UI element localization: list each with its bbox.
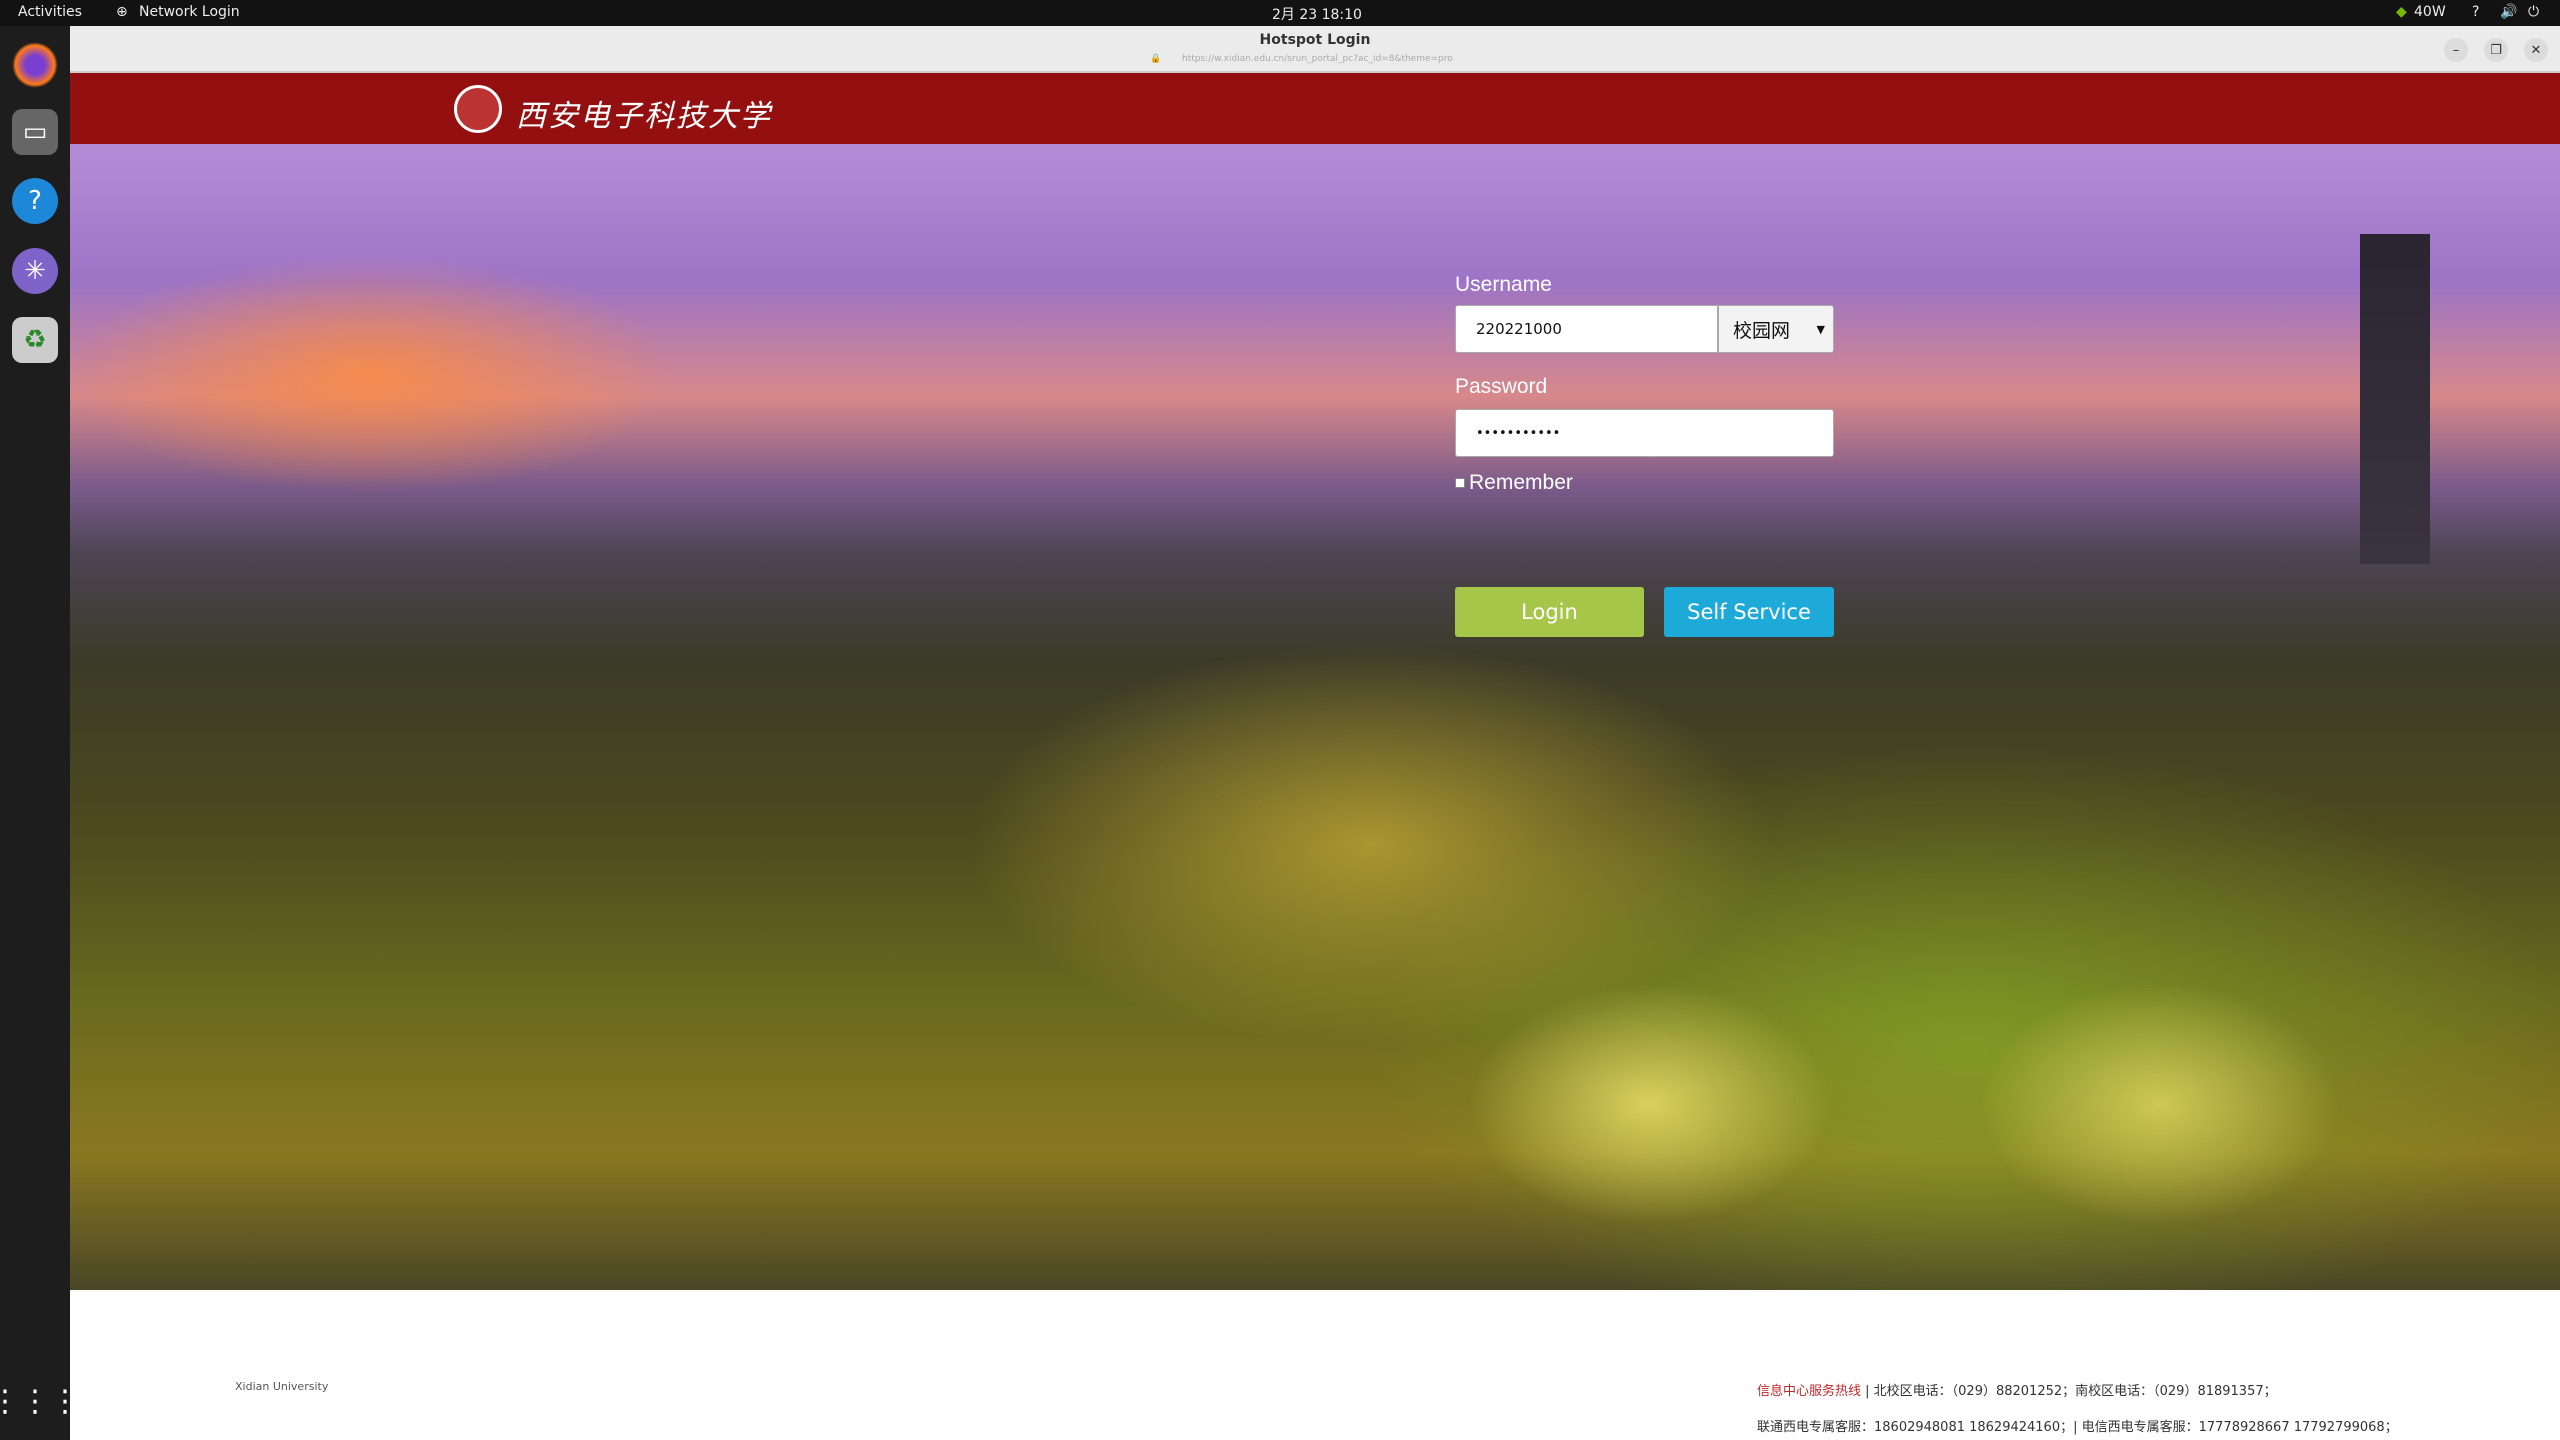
caret-down-icon: ▼ (1816, 322, 1825, 336)
gpu-power[interactable]: 40W (2414, 4, 2446, 20)
remember-label: Remember (1469, 471, 1573, 494)
university-logo-text: 西安电子科技大学 (516, 99, 772, 134)
window-title: Hotspot Login (1259, 32, 1371, 48)
tower (2360, 234, 2430, 564)
footer-line2: 联通西电专属客服：18602948081 18629424160；| 电信西电专… (1757, 1420, 2398, 1435)
network-icon: ⊕ (116, 4, 128, 20)
username-input[interactable]: 220221000 (1455, 305, 1718, 353)
password-label: Password (1455, 375, 1548, 398)
wifi-icon[interactable]: ? (2472, 4, 2479, 20)
domain-select[interactable]: 校园网 ▼ (1718, 305, 1834, 353)
footer-university: Xidian University (235, 1380, 329, 1393)
self-service-button[interactable]: Self Service (1664, 587, 1834, 637)
footer: Xidian University 信息中心服务热线 | 北校区电话：（029）… (70, 1290, 2560, 1440)
remember-checkbox[interactable] (1455, 478, 1465, 488)
clock[interactable]: 2月 23 18:10 (1272, 4, 1362, 24)
network-login-icon[interactable]: ✳ (12, 248, 58, 294)
hotline-numbers: | 北校区电话：（029）88201252；南校区电话：（029）8189135… (1861, 1384, 2277, 1399)
app-menu[interactable]: Network Login (139, 4, 240, 20)
trash-icon[interactable]: ♻ (12, 317, 58, 363)
login-page: 西安电子科技大学 Username 220221000 校园网 ▼ Passwor… (70, 73, 2560, 1440)
footer-line1: 信息中心服务热线 | 北校区电话：（029）88201252；南校区电话：（02… (1757, 1380, 2277, 1399)
close-button[interactable]: ✕ (2524, 38, 2548, 62)
dock: ▭ ? ✳ ♻ ⋮⋮⋮ (0, 26, 80, 1440)
university-seal-icon (454, 85, 502, 133)
activities-button[interactable]: Activities (18, 4, 82, 20)
help-icon[interactable]: ? (12, 178, 58, 224)
password-input[interactable]: ••••••••••• (1455, 409, 1834, 457)
firefox-icon[interactable] (12, 42, 58, 88)
window-titlebar: Hotspot Login 🔒 https://w.xidian.edu.cn/… (70, 26, 2560, 73)
show-apps-icon[interactable]: ⋮⋮⋮ (0, 1378, 80, 1424)
login-button[interactable]: Login (1455, 587, 1644, 637)
lock-icon: 🔒 (1150, 54, 1162, 64)
maximize-button[interactable]: ❐ (2484, 38, 2508, 62)
system-top-bar: Activities ⊕ Network Login 2月 23 18:10 ◆… (0, 0, 2560, 26)
power-icon[interactable]: ⏻ (2528, 4, 2539, 20)
header-bar: 西安电子科技大学 (70, 73, 2560, 144)
files-icon[interactable]: ▭ (12, 109, 58, 155)
login-form: Username 220221000 校园网 ▼ Password •••••••… (1455, 273, 1834, 637)
gpu-icon: ◆ (2396, 4, 2407, 20)
hotline-label: 信息中心服务热线 (1757, 1384, 1862, 1399)
minimize-button[interactable]: – (2444, 38, 2468, 62)
url-text: https://w.xidian.edu.cn/srun_portal_pc?a… (1182, 54, 1453, 64)
domain-selected: 校园网 (1733, 319, 1791, 342)
username-label: Username (1455, 273, 1552, 296)
volume-icon[interactable]: 🔊 (2500, 4, 2517, 20)
campus-background-image (70, 144, 2560, 1290)
